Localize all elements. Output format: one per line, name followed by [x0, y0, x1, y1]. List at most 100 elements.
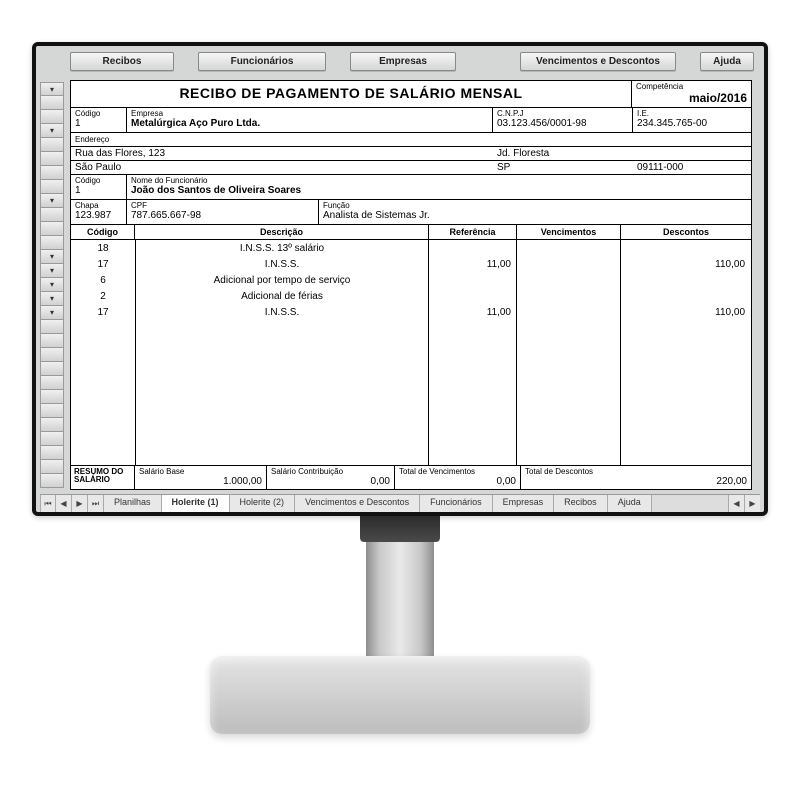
sheet-tab[interactable]: Empresas — [493, 495, 555, 512]
total-desc: 220,00 — [525, 476, 747, 487]
row-selector[interactable] — [40, 404, 64, 418]
sheet-tab[interactable]: Funcionários — [420, 495, 493, 512]
sheet-tab[interactable]: Ajuda — [608, 495, 652, 512]
employee-chapa: 123.987 — [75, 210, 122, 221]
employee-funcao: Analista de Sistemas Jr. — [323, 210, 747, 221]
endereco-label: Endereço — [75, 135, 109, 144]
competencia-value: maio/2016 — [636, 91, 747, 105]
top-toolbar: Recibos Funcionários Empresas Vencimento… — [40, 52, 760, 78]
sheet-tab[interactable]: Holerite (1) — [162, 495, 230, 512]
item-descricao: Adicional de férias — [135, 291, 429, 302]
company-uf: SP — [493, 161, 633, 174]
row-selector[interactable] — [40, 264, 64, 278]
item-referencia: 11,00 — [429, 259, 517, 270]
row-selector[interactable] — [40, 110, 64, 124]
employee-nome-label: Nome do Funcionário — [131, 176, 747, 185]
row-selector[interactable] — [40, 474, 64, 488]
sheet-tab[interactable]: Planilhas — [104, 495, 162, 512]
row-selector[interactable] — [40, 376, 64, 390]
monitor-neck-joint — [360, 516, 440, 542]
row-selector[interactable] — [40, 320, 64, 334]
empresas-button[interactable]: Empresas — [350, 52, 456, 71]
hscroll-left-icon[interactable]: ◀ — [728, 495, 744, 512]
row-selector[interactable] — [40, 82, 64, 96]
recibos-button[interactable]: Recibos — [70, 52, 174, 71]
row-selector[interactable] — [40, 460, 64, 474]
row-selector[interactable] — [40, 418, 64, 432]
row-selector[interactable] — [40, 194, 64, 208]
nav-next-icon[interactable]: ▶ — [72, 495, 88, 512]
item-descricao: I.N.S.S. — [135, 259, 429, 270]
row-selector[interactable] — [40, 96, 64, 110]
company-cep: 09111-000 — [633, 161, 751, 174]
row-selector[interactable] — [40, 334, 64, 348]
row-selector[interactable] — [40, 236, 64, 250]
employee-cpf-label: CPF — [131, 201, 314, 210]
competencia-box: Competência maio/2016 — [631, 81, 751, 107]
funcionarios-button[interactable]: Funcionários — [198, 52, 326, 71]
screen: Recibos Funcionários Empresas Vencimento… — [40, 52, 760, 512]
employee-nome: João dos Santos de Oliveira Soares — [131, 185, 747, 196]
sheet-tab-bar: ⏮ ◀ ▶ ⏭ PlanilhasHolerite (1)Holerite (2… — [40, 494, 760, 512]
row-selector[interactable] — [40, 362, 64, 376]
row-selector[interactable] — [40, 138, 64, 152]
item-row: 2Adicional de férias — [71, 288, 751, 304]
document-title: RECIBO DE PAGAMENTO DE SALÁRIO MENSAL — [71, 81, 631, 107]
nav-prev-icon[interactable]: ◀ — [56, 495, 72, 512]
nav-first-icon[interactable]: ⏮ — [40, 495, 56, 512]
sheet-tab[interactable]: Vencimentos e Descontos — [295, 495, 420, 512]
row-selector[interactable] — [40, 124, 64, 138]
company-ie-label: I.E. — [637, 109, 747, 118]
nav-last-icon[interactable]: ⏭ — [88, 495, 104, 512]
row-selector[interactable] — [40, 306, 64, 320]
row-selector[interactable] — [40, 208, 64, 222]
item-descontos: 110,00 — [621, 259, 751, 270]
vencimentos-descontos-button[interactable]: Vencimentos e Descontos — [520, 52, 676, 71]
employee-chapa-label: Chapa — [75, 201, 122, 210]
sheet-tab[interactable]: Recibos — [554, 495, 608, 512]
item-codigo: 17 — [71, 307, 135, 318]
item-codigo: 17 — [71, 259, 135, 270]
company-name: Metalúrgica Aço Puro Ltda. — [131, 118, 488, 129]
col-descricao: Descrição — [135, 225, 429, 239]
company-codigo-label: Código — [75, 109, 122, 118]
competencia-label: Competência — [636, 82, 747, 91]
resumo-row: RESUMO DO SALÁRIO Salário Base 1.000,00 … — [71, 465, 751, 489]
company-empresa-label: Empresa — [131, 109, 488, 118]
employee-codigo: 1 — [75, 185, 122, 196]
salario-base: 1.000,00 — [139, 476, 262, 487]
employee-cpf: 787.665.667-98 — [131, 210, 314, 221]
col-vencimentos: Vencimentos — [517, 225, 621, 239]
row-selector[interactable] — [40, 222, 64, 236]
salario-base-label: Salário Base — [139, 467, 262, 476]
monitor-frame: Recibos Funcionários Empresas Vencimento… — [32, 42, 768, 516]
item-descricao: I.N.S.S. 13º salário — [135, 243, 429, 254]
row-selector[interactable] — [40, 432, 64, 446]
row-selector[interactable] — [40, 180, 64, 194]
row-selector[interactable] — [40, 446, 64, 460]
col-codigo: Código — [71, 225, 135, 239]
row-selector[interactable] — [40, 292, 64, 306]
item-descricao: I.N.S.S. — [135, 307, 429, 318]
item-descontos: 110,00 — [621, 307, 751, 318]
row-selector[interactable] — [40, 250, 64, 264]
item-codigo: 18 — [71, 243, 135, 254]
company-cnpj: 03.123.456/0001-98 — [497, 118, 628, 129]
item-row: 17I.N.S.S.11,00 110,00 — [71, 256, 751, 272]
items-body: 18I.N.S.S. 13º salário17I.N.S.S.11,00110… — [71, 240, 751, 465]
ajuda-button[interactable]: Ajuda — [700, 52, 754, 71]
row-selector[interactable] — [40, 390, 64, 404]
row-selector-gutter — [40, 82, 64, 488]
company-cnpj-label: C.N.P.J — [497, 109, 628, 118]
company-codigo: 1 — [75, 118, 122, 129]
row-selector[interactable] — [40, 166, 64, 180]
sheet-tab[interactable]: Holerite (2) — [230, 495, 296, 512]
row-selector[interactable] — [40, 152, 64, 166]
employee-funcao-label: Função — [323, 201, 747, 210]
monitor-base — [210, 656, 590, 734]
row-selector[interactable] — [40, 278, 64, 292]
item-row: 17I.N.S.S.11,00110,00 — [71, 304, 751, 320]
hscroll-right-icon[interactable]: ▶ — [744, 495, 760, 512]
company-cidade: São Paulo — [71, 161, 493, 174]
row-selector[interactable] — [40, 348, 64, 362]
